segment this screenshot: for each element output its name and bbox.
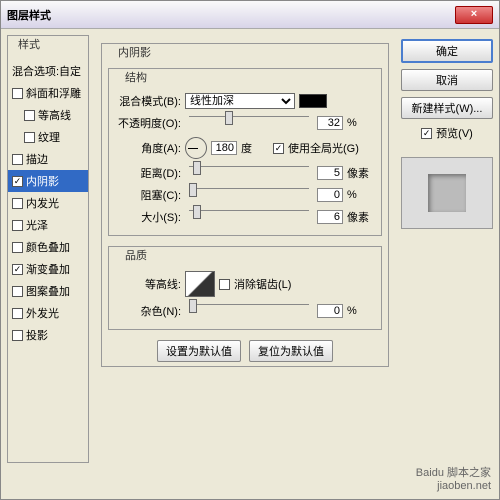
reset-default-button[interactable]: 复位为默认值 bbox=[249, 340, 333, 362]
style-label: 投影 bbox=[26, 327, 48, 343]
choke-unit: % bbox=[347, 189, 375, 201]
style-label: 图案叠加 bbox=[26, 283, 70, 299]
antialias-label: 消除锯齿(L) bbox=[234, 276, 291, 292]
style-item-7[interactable]: 颜色叠加 bbox=[8, 236, 88, 258]
angle-dial[interactable] bbox=[185, 137, 207, 159]
style-checkbox[interactable] bbox=[12, 242, 23, 253]
choke-slider[interactable] bbox=[189, 188, 309, 202]
structure-title: 结构 bbox=[121, 69, 151, 85]
style-item-0[interactable]: 斜面和浮雕 bbox=[8, 82, 88, 104]
style-label: 描边 bbox=[26, 151, 48, 167]
style-checkbox[interactable] bbox=[12, 88, 23, 99]
style-label: 纹理 bbox=[38, 129, 60, 145]
watermark: Baidu 脚本之家jiaoben.net bbox=[416, 467, 491, 493]
angle-label: 角度(A): bbox=[115, 140, 181, 156]
preview-box bbox=[401, 157, 493, 229]
style-checkbox[interactable] bbox=[12, 198, 23, 209]
choke-value[interactable]: 0 bbox=[317, 188, 343, 202]
angle-value[interactable]: 180 bbox=[211, 141, 237, 155]
contour-label: 等高线: bbox=[115, 276, 181, 292]
section-title: 内阴影 bbox=[114, 44, 155, 60]
window-title: 图层样式 bbox=[7, 7, 51, 23]
preview-checkbox[interactable] bbox=[421, 128, 432, 139]
style-checkbox[interactable] bbox=[24, 132, 35, 143]
color-swatch[interactable] bbox=[299, 94, 327, 108]
style-item-10[interactable]: 外发光 bbox=[8, 302, 88, 324]
styles-header: 样式 bbox=[14, 36, 44, 52]
new-style-button[interactable]: 新建样式(W)... bbox=[401, 97, 493, 119]
style-checkbox[interactable] bbox=[12, 220, 23, 231]
blend-mode-select[interactable]: 线性加深 bbox=[185, 93, 295, 109]
distance-unit: 像素 bbox=[347, 165, 375, 181]
style-label: 颜色叠加 bbox=[26, 239, 70, 255]
size-slider[interactable] bbox=[189, 210, 309, 224]
set-default-button[interactable]: 设置为默认值 bbox=[157, 340, 241, 362]
noise-unit: % bbox=[347, 305, 375, 317]
global-light-checkbox[interactable] bbox=[273, 143, 284, 154]
style-item-11[interactable]: 投影 bbox=[8, 324, 88, 346]
style-item-6[interactable]: 光泽 bbox=[8, 214, 88, 236]
style-item-4[interactable]: 内阴影 bbox=[8, 170, 88, 192]
style-item-9[interactable]: 图案叠加 bbox=[8, 280, 88, 302]
style-label: 斜面和浮雕 bbox=[26, 85, 81, 101]
style-label: 外发光 bbox=[26, 305, 59, 321]
style-checkbox[interactable] bbox=[12, 154, 23, 165]
noise-value[interactable]: 0 bbox=[317, 304, 343, 318]
size-value[interactable]: 6 bbox=[317, 210, 343, 224]
antialias-checkbox[interactable] bbox=[219, 279, 230, 290]
cancel-button[interactable]: 取消 bbox=[401, 69, 493, 91]
opacity-value[interactable]: 32 bbox=[317, 116, 343, 130]
angle-unit: 度 bbox=[241, 140, 269, 156]
style-checkbox[interactable] bbox=[12, 176, 23, 187]
style-checkbox[interactable] bbox=[24, 110, 35, 121]
style-item-2[interactable]: 纹理 bbox=[8, 126, 88, 148]
style-label: 内发光 bbox=[26, 195, 59, 211]
style-item-1[interactable]: 等高线 bbox=[8, 104, 88, 126]
noise-label: 杂色(N): bbox=[115, 303, 181, 319]
style-label: 渐变叠加 bbox=[26, 261, 70, 277]
opacity-unit: % bbox=[347, 117, 375, 129]
size-label: 大小(S): bbox=[115, 209, 181, 225]
distance-slider[interactable] bbox=[189, 166, 309, 180]
blend-options[interactable]: 混合选项:自定 bbox=[8, 60, 88, 82]
distance-label: 距离(D): bbox=[115, 165, 181, 181]
preview-label: 预览(V) bbox=[436, 125, 473, 141]
style-item-5[interactable]: 内发光 bbox=[8, 192, 88, 214]
noise-slider[interactable] bbox=[189, 304, 309, 318]
style-item-8[interactable]: 渐变叠加 bbox=[8, 258, 88, 280]
style-checkbox[interactable] bbox=[12, 330, 23, 341]
style-label: 内阴影 bbox=[26, 173, 59, 189]
global-light-label: 使用全局光(G) bbox=[288, 140, 359, 156]
quality-title: 品质 bbox=[121, 247, 151, 263]
contour-picker[interactable] bbox=[185, 271, 215, 297]
size-unit: 像素 bbox=[347, 209, 375, 225]
style-checkbox[interactable] bbox=[12, 308, 23, 319]
ok-button[interactable]: 确定 bbox=[401, 39, 493, 63]
opacity-slider[interactable] bbox=[189, 116, 309, 130]
style-label: 等高线 bbox=[38, 107, 71, 123]
close-button[interactable]: × bbox=[455, 6, 493, 24]
style-item-3[interactable]: 描边 bbox=[8, 148, 88, 170]
blend-mode-label: 混合模式(B): bbox=[115, 93, 181, 109]
opacity-label: 不透明度(O): bbox=[115, 115, 181, 131]
choke-label: 阻塞(C): bbox=[115, 187, 181, 203]
style-checkbox[interactable] bbox=[12, 264, 23, 275]
style-label: 光泽 bbox=[26, 217, 48, 233]
distance-value[interactable]: 5 bbox=[317, 166, 343, 180]
style-checkbox[interactable] bbox=[12, 286, 23, 297]
